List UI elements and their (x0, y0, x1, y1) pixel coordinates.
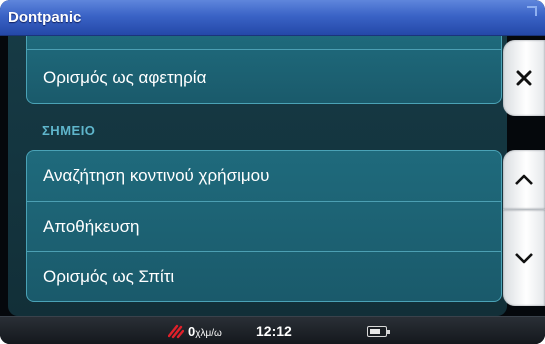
speed-icon (168, 324, 184, 339)
menu-item-save[interactable]: Αποθήκευση (27, 201, 501, 251)
window-title: Dontpanic (8, 9, 82, 26)
device-frame: Dontpanic Ορισμός ως αφετηρία ΣΗΜΕΙΟ Ανα… (0, 0, 545, 344)
clock-time: 12:12 (256, 323, 292, 339)
battery-icon (367, 326, 390, 337)
scroll-down-button[interactable] (503, 210, 545, 306)
speed-unit: χλμ/ω (195, 328, 222, 339)
chevron-down-icon (515, 253, 533, 264)
close-button[interactable] (503, 40, 545, 116)
context-menu-panel: Ορισμός ως αφετηρία ΣΗΜΕΙΟ Αναζήτηση κον… (8, 36, 507, 316)
menu-item-set-origin[interactable]: Ορισμός ως αφετηρία (27, 36, 501, 103)
menu-group-origin: Ορισμός ως αφετηρία (26, 36, 502, 104)
battery-fill (370, 329, 380, 334)
menu-group-point: Αναζήτηση κοντινού χρήσιμου Αποθήκευση Ο… (26, 150, 502, 302)
chevron-up-icon (515, 174, 533, 185)
status-bar: 0χλμ/ω 12:12 (0, 316, 545, 344)
scroll-up-button[interactable] (503, 150, 545, 210)
menu-item-label: Ορισμός ως αφετηρία (43, 68, 207, 87)
speed-readout: 0χλμ/ω (188, 324, 222, 339)
window-titlebar: Dontpanic (0, 0, 545, 36)
menu-item-search-nearby[interactable]: Αναζήτηση κοντινού χρήσιμου (27, 151, 501, 201)
menu-item-label: Αποθήκευση (43, 216, 140, 236)
close-x-icon (516, 70, 532, 86)
menu-item-set-home[interactable]: Ορισμός ως Σπίτι (27, 251, 501, 301)
section-label-point: ΣΗΜΕΙΟ (42, 123, 96, 138)
menu-item-label: Αναζήτηση κοντινού χρήσιμου (43, 166, 270, 185)
menu-item-label: Ορισμός ως Σπίτι (43, 266, 175, 286)
titlebar-corner-icon (527, 6, 537, 16)
